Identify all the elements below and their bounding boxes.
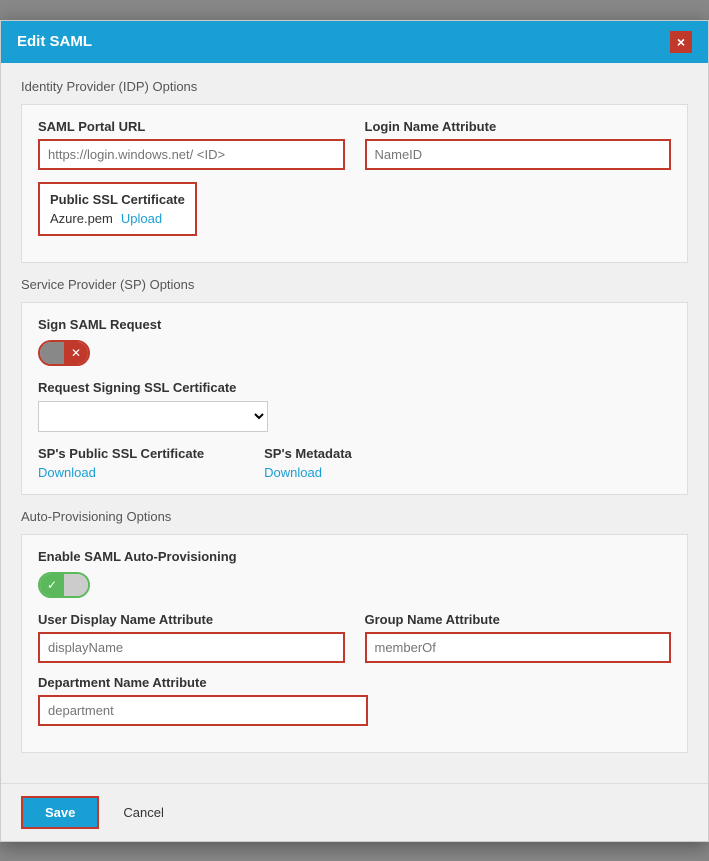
upload-link[interactable]: Upload — [121, 211, 162, 226]
edit-saml-modal: Edit SAML × Identity Provider (IDP) Opti… — [0, 20, 709, 842]
ssl-cert-box: Public SSL Certificate Azure.pem Upload — [38, 182, 197, 236]
request-signing-label: Request Signing SSL Certificate — [38, 380, 671, 395]
sign-saml-label: Sign SAML Request — [38, 317, 671, 332]
modal-body: Identity Provider (IDP) Options SAML Por… — [1, 63, 708, 783]
group-name-input[interactable] — [365, 632, 672, 663]
cancel-button[interactable]: Cancel — [111, 798, 175, 827]
ssl-cert-label: Public SSL Certificate — [50, 192, 185, 207]
close-button[interactable]: × — [670, 31, 692, 53]
dept-name-label: Department Name Attribute — [38, 675, 368, 690]
sign-saml-toggle-container: ✕ — [38, 340, 671, 366]
auto-prov-section-box: Enable SAML Auto-Provisioning ✓ User Dis… — [21, 534, 688, 753]
ssl-cert-filename: Azure.pem — [50, 211, 113, 226]
saml-url-group: SAML Portal URL — [38, 119, 345, 170]
sp-metadata-group: SP's Metadata Download — [264, 446, 352, 480]
sp-public-ssl-label: SP's Public SSL Certificate — [38, 446, 204, 461]
user-group-row: User Display Name Attribute Group Name A… — [38, 612, 671, 663]
sp-public-ssl-group: SP's Public SSL Certificate Download — [38, 446, 204, 480]
modal-title: Edit SAML — [17, 33, 92, 50]
idp-cert-row: Public SSL Certificate Azure.pem Upload — [38, 182, 671, 236]
idp-top-row: SAML Portal URL Login Name Attribute — [38, 119, 671, 170]
user-display-group: User Display Name Attribute — [38, 612, 345, 663]
sp-section-title: Service Provider (SP) Options — [21, 277, 688, 292]
toggle-right-part: ✕ — [64, 342, 88, 364]
saml-url-input[interactable] — [38, 139, 345, 170]
auto-prov-toggle-container: ✓ — [38, 572, 671, 598]
ssl-cert-row: Azure.pem Upload — [50, 211, 185, 226]
saml-url-label: SAML Portal URL — [38, 119, 345, 134]
dept-name-group: Department Name Attribute — [38, 675, 368, 726]
user-display-label: User Display Name Attribute — [38, 612, 345, 627]
toggle-off-right-part — [64, 574, 88, 596]
group-name-group: Group Name Attribute — [365, 612, 672, 663]
login-name-label: Login Name Attribute — [365, 119, 672, 134]
login-name-input[interactable] — [365, 139, 672, 170]
enable-auto-prov-label: Enable SAML Auto-Provisioning — [38, 549, 671, 564]
sp-public-ssl-download[interactable]: Download — [38, 465, 204, 480]
sp-section-box: Sign SAML Request ✕ Request Signing SSL … — [21, 302, 688, 495]
sp-links-section: SP's Public SSL Certificate Download SP'… — [38, 446, 671, 480]
group-name-label: Group Name Attribute — [365, 612, 672, 627]
idp-section-box: SAML Portal URL Login Name Attribute Pub… — [21, 104, 688, 263]
sp-links-row: SP's Public SSL Certificate Download SP'… — [38, 446, 671, 480]
auto-prov-section-title: Auto-Provisioning Options — [21, 509, 688, 524]
dept-row: Department Name Attribute — [38, 675, 671, 726]
sign-saml-toggle[interactable]: ✕ — [38, 340, 90, 366]
toggle-check-part: ✓ — [40, 574, 64, 596]
login-name-group: Login Name Attribute — [365, 119, 672, 170]
user-display-input[interactable] — [38, 632, 345, 663]
request-signing-select[interactable] — [38, 401, 268, 432]
modal-header: Edit SAML × — [1, 21, 708, 63]
dept-name-input[interactable] — [38, 695, 368, 726]
modal-footer: Save Cancel — [1, 783, 708, 841]
idp-section-title: Identity Provider (IDP) Options — [21, 79, 688, 94]
sp-metadata-download[interactable]: Download — [264, 465, 352, 480]
toggle-left-part — [40, 342, 64, 364]
auto-prov-toggle[interactable]: ✓ — [38, 572, 90, 598]
save-button[interactable]: Save — [21, 796, 99, 829]
sp-metadata-label: SP's Metadata — [264, 446, 352, 461]
